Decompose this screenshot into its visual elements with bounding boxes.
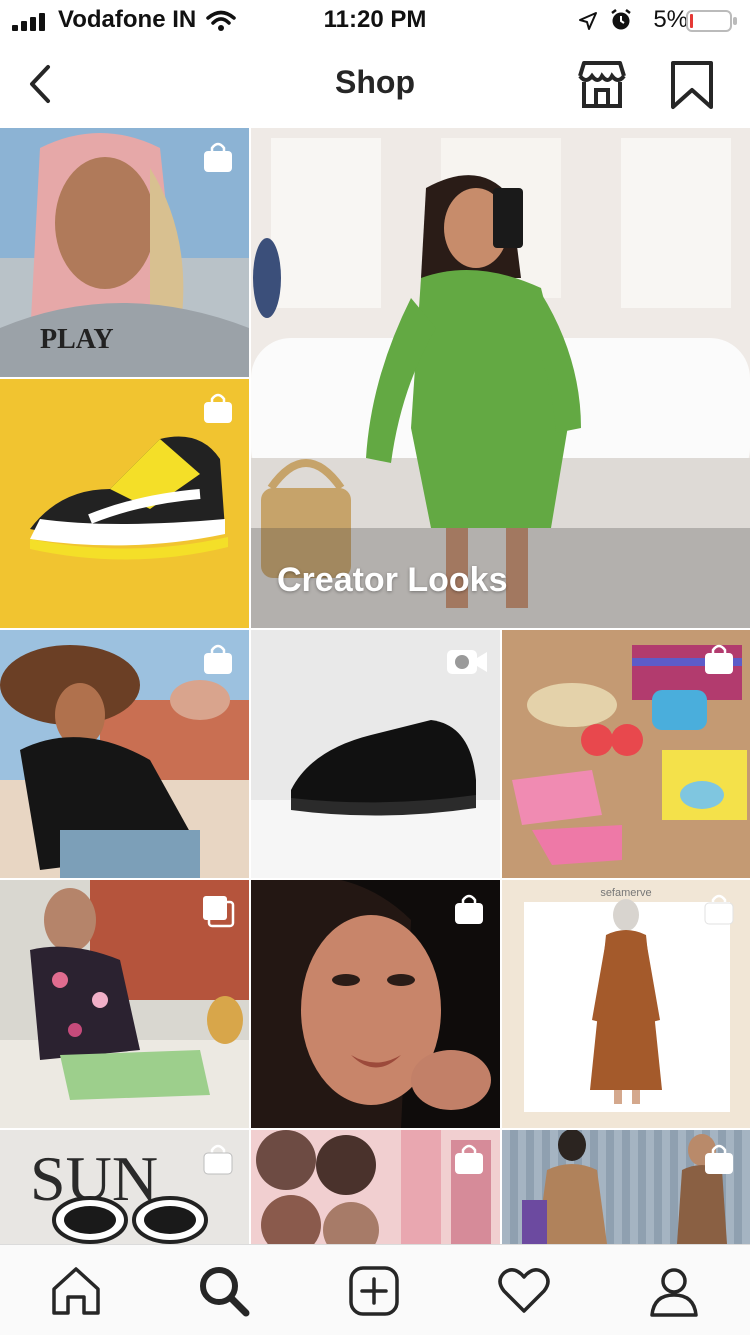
post-tile-black-sneaker[interactable]: [251, 630, 500, 878]
bookmark-icon[interactable]: [670, 60, 714, 110]
shopping-bag-icon: [204, 142, 232, 172]
status-bar: Vodafone IN 11:20 PM 5%: [0, 0, 750, 42]
post-tile-pink-hair-portrait[interactable]: PLAY: [0, 128, 249, 377]
home-icon[interactable]: [46, 1261, 106, 1321]
creator-looks-label: Creator Looks: [277, 561, 508, 599]
shopping-bag-icon: [704, 894, 734, 925]
svg-text:sefamerve: sefamerve: [600, 887, 651, 899]
clock-time: 11:20 PM: [323, 6, 427, 33]
post-tile-sun-hat-mosque[interactable]: [0, 630, 249, 878]
post-tile-street-style[interactable]: [502, 1130, 750, 1244]
post-tile-floral-shirt-man[interactable]: [0, 880, 249, 1128]
featured-creator-looks-tile[interactable]: Creator Looks: [251, 128, 750, 628]
svg-text:PLAY: PLAY: [40, 324, 114, 355]
shopping-bag-icon: [204, 393, 232, 423]
post-image: [251, 128, 750, 628]
post-tile-eyeshadow-palette[interactable]: [251, 1130, 500, 1244]
battery-icon: [686, 10, 737, 32]
storefront-icon[interactable]: [576, 60, 628, 110]
shopping-bag-icon: [705, 1144, 733, 1174]
shopping-bag-icon: [455, 1144, 483, 1174]
shop-grid: PLAY Creator Looks sefamerve SUN: [0, 128, 750, 1244]
shopping-bag-icon: [705, 644, 733, 674]
shop-header: Shop: [0, 42, 750, 129]
post-tile-sunglasses-magazine[interactable]: SUN: [0, 1130, 249, 1244]
post-tile-kids-swimwear[interactable]: [502, 630, 750, 878]
new-post-icon[interactable]: [344, 1261, 404, 1321]
video-camera-icon: [447, 650, 487, 674]
shopping-bag-icon: [455, 894, 483, 924]
location-icon: [579, 12, 597, 30]
profile-icon[interactable]: [644, 1261, 704, 1321]
post-tile-makeup-portrait[interactable]: [251, 880, 500, 1128]
alarm-icon: [611, 9, 631, 30]
shopping-bag-icon: [203, 1144, 233, 1175]
carousel-icon: [203, 896, 235, 928]
search-icon[interactable]: [194, 1261, 254, 1321]
page-title: Shop: [335, 64, 415, 100]
bottom-tab-bar: [0, 1244, 750, 1335]
post-tile-yellow-sneaker[interactable]: [0, 379, 249, 628]
post-tile-brown-dress[interactable]: sefamerve: [502, 880, 750, 1128]
shopping-bag-icon: [204, 644, 232, 674]
activity-heart-icon[interactable]: [494, 1261, 554, 1321]
battery-percent: 5%: [653, 6, 688, 33]
